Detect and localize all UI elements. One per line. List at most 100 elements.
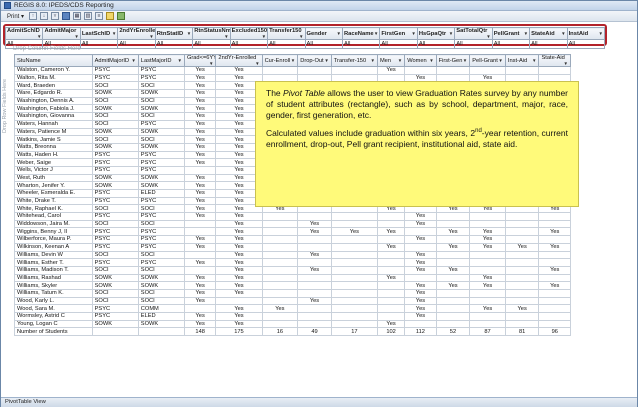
filter-field-value[interactable]: All — [154, 39, 194, 49]
filter-field-header[interactable]: RtnStatID ▼ — [154, 27, 194, 40]
table-row[interactable]: Williams, Rashad SOWK SOWK Yes Yes Yes Yes — [14, 273, 571, 283]
column-header[interactable]: First-Gen ▼ — [435, 54, 471, 67]
table-row[interactable]: Wormsley, Astrid C PSYC ELED Yes Yes Yes — [14, 312, 571, 321]
dropdown-arrow-icon[interactable]: ▼ — [498, 58, 502, 63]
filter-field-value[interactable]: All — [529, 39, 568, 49]
filter-field-header[interactable]: Transfer150 ▼ — [267, 27, 306, 40]
filter-field-header[interactable]: InstAid ▼ — [566, 27, 606, 40]
table-row[interactable]: Williams, Devin W SOCI SOCI Yes Yes Yes — [14, 250, 571, 260]
dropdown-arrow-icon[interactable]: ▼ — [449, 31, 453, 36]
dropdown-arrow-icon[interactable]: ▼ — [398, 58, 402, 63]
column-header[interactable]: Transfer-150 ▼ — [330, 54, 378, 67]
dropdown-arrow-icon[interactable]: ▼ — [209, 61, 213, 66]
dropdown-arrow-icon[interactable]: ▼ — [336, 31, 340, 36]
dropdown-arrow-icon[interactable]: ▼ — [37, 34, 41, 39]
table-row[interactable]: Williams, Skyler SOWK SOWK Yes Yes Yes Yes Yes Y… — [14, 281, 571, 290]
filter-field-value[interactable]: All — [491, 39, 531, 49]
table-row[interactable]: Wilberforce, Maura P. PSYC PSYC Yes Yes Yes Ye… — [14, 235, 571, 244]
filter-field-value[interactable]: All — [304, 39, 343, 49]
dropdown-arrow-icon[interactable]: ▼ — [291, 58, 295, 63]
column-header[interactable]: AdmitMajorID ▼ — [91, 54, 139, 67]
column-drop-zone[interactable]: Drop Column Fields Here — [13, 46, 81, 52]
filter-field-value[interactable]: All — [229, 39, 269, 49]
filter-field-value[interactable]: All — [566, 39, 606, 49]
print-button[interactable]: Print ▾ — [5, 13, 26, 20]
dropdown-arrow-icon[interactable]: ▼ — [463, 58, 467, 63]
sort-ascending-icon[interactable]: ↑ — [29, 12, 38, 20]
dropdown-arrow-icon[interactable]: ▼ — [112, 31, 116, 36]
dropdown-arrow-icon[interactable]: ▼ — [324, 58, 328, 63]
dropdown-arrow-icon[interactable]: ▼ — [429, 58, 433, 63]
filter-field-value[interactable]: All — [379, 39, 418, 49]
filter-field-header[interactable]: RaceName ▼ — [341, 27, 381, 40]
dropdown-arrow-icon[interactable]: ▼ — [486, 34, 490, 39]
filter-field-value[interactable]: All — [117, 39, 156, 49]
filter-field-header[interactable]: Excluded150 ▼ — [229, 27, 269, 40]
filter-field-value[interactable]: All — [79, 39, 119, 49]
filter-field-value[interactable]: All — [416, 39, 456, 49]
filter-field-header[interactable]: RtnStatusNm ▼ — [192, 27, 231, 40]
dropdown-arrow-icon[interactable]: ▼ — [149, 34, 153, 39]
dropdown-arrow-icon[interactable]: ▼ — [532, 58, 536, 63]
grid-view-icon[interactable]: ▦ — [73, 12, 82, 20]
export-icon[interactable] — [62, 12, 71, 20]
column-header[interactable]: Pell-Grant ▼ — [469, 54, 506, 67]
dropdown-arrow-icon[interactable]: ▼ — [370, 58, 374, 63]
column-header[interactable]: Drop-Out ▼ — [297, 54, 332, 67]
filter-field-value[interactable]: All — [454, 39, 493, 49]
folder-icon[interactable] — [106, 12, 115, 20]
column-header[interactable]: Women ▼ — [404, 54, 437, 67]
filter-field-header[interactable]: Gender ▼ — [304, 27, 343, 40]
column-header[interactable]: State-Aid ▼ — [538, 54, 571, 67]
column-header[interactable]: Men ▼ — [376, 54, 406, 67]
filter-field-header[interactable]: AdmitMajor ▼ — [42, 27, 81, 40]
dropdown-arrow-icon[interactable]: ▼ — [564, 61, 568, 66]
dropdown-arrow-icon[interactable]: ▼ — [255, 61, 259, 66]
dropdown-arrow-icon[interactable]: ▼ — [74, 34, 78, 39]
dropdown-arrow-icon[interactable]: ▼ — [131, 58, 135, 63]
filter-field-value[interactable]: All — [192, 39, 231, 49]
excel-icon[interactable] — [117, 12, 126, 20]
table-row[interactable]: Wiggins, Benny J, II PSYC PSYC Yes Yes Yes Yes… — [14, 227, 571, 237]
dropdown-arrow-icon[interactable]: ▼ — [177, 58, 181, 63]
filter-field-header[interactable]: HsGpaQtr ▼ — [416, 27, 456, 40]
column-header[interactable]: Grad<=6YY ▼ — [183, 54, 217, 67]
dropdown-arrow-icon[interactable]: ▼ — [524, 31, 528, 36]
table-row[interactable]: Wood, Karly L. SOCI SOCI Yes Yes Yes — [14, 296, 571, 306]
filter-field-header[interactable]: StateAid ▼ — [529, 27, 568, 40]
column-header[interactable]: 2ndYr-Enrolled ▼ — [215, 54, 263, 67]
table-row[interactable]: Wood, Sara M. PSYC COMM Yes Yes Yes Yes Yes — [14, 304, 571, 313]
dropdown-arrow-icon[interactable]: ▼ — [224, 34, 228, 39]
column-header[interactable]: Cur-Enroll ▼ — [261, 54, 299, 67]
filter-field-header[interactable]: AdmitSchID ▼ — [4, 27, 44, 40]
table-row[interactable]: Young, Logan C SOWK SOWK Yes Yes Yes — [14, 319, 571, 329]
dropdown-arrow-icon[interactable]: ▼ — [374, 31, 378, 36]
dropdown-arrow-icon[interactable]: ▼ — [262, 34, 266, 39]
dropdown-arrow-icon[interactable]: ▼ — [561, 31, 565, 36]
filter-field-header[interactable]: FirstGen ▼ — [379, 27, 418, 40]
filter-icon[interactable]: ▿ — [51, 12, 60, 20]
chart-icon[interactable]: ▥ — [84, 12, 93, 20]
dropdown-arrow-icon[interactable]: ▼ — [187, 31, 191, 36]
row-drop-zone[interactable]: Drop Row Fields Here — [2, 61, 12, 151]
dropdown-arrow-icon[interactable]: ▼ — [299, 34, 303, 39]
table-row[interactable]: Williams, Esther T. PSYC PSYC Yes Yes Yes — [14, 258, 571, 267]
filter-field-header[interactable]: LastSchID ▼ — [79, 27, 119, 40]
filter-field-header[interactable]: PellGrant ▼ — [491, 27, 531, 40]
filter-field-value[interactable]: All — [267, 39, 306, 49]
column-header[interactable]: StuName — [14, 54, 93, 67]
sort-descending-icon[interactable]: ↓ — [40, 12, 49, 20]
table-row[interactable]: Whitehead, Carol PSYC PSYC Yes Yes Yes — [14, 212, 571, 221]
filter-field-value[interactable]: All — [341, 39, 381, 49]
filter-field-header[interactable]: SatTotalQtr ▼ — [454, 27, 493, 40]
dropdown-arrow-icon[interactable]: ▼ — [411, 31, 415, 36]
field-list-icon[interactable]: ≡ — [95, 12, 104, 20]
table-row[interactable]: Widdowson, Jaira M. SOCI SOCI Yes Yes Yes — [14, 219, 571, 229]
column-header[interactable]: LastMajorID ▼ — [137, 54, 185, 67]
table-row[interactable]: Wilkinson, Keenan A PSYC PSYC Yes Yes Yes Yes Y… — [14, 242, 571, 252]
dropdown-arrow-icon[interactable]: ▼ — [599, 31, 603, 36]
column-header[interactable]: Inst-Aid ▼ — [504, 54, 540, 67]
table-row[interactable]: Williams, Madison T. SOCI SOCI Yes Yes Yes Yes… — [14, 265, 571, 275]
table-row[interactable]: Walston, Cameron Y. PSYC PSYC Yes Yes Yes — [14, 66, 571, 75]
table-row[interactable]: Williams, Tatum K. SOCI SOCI Yes Yes Yes — [14, 288, 571, 298]
